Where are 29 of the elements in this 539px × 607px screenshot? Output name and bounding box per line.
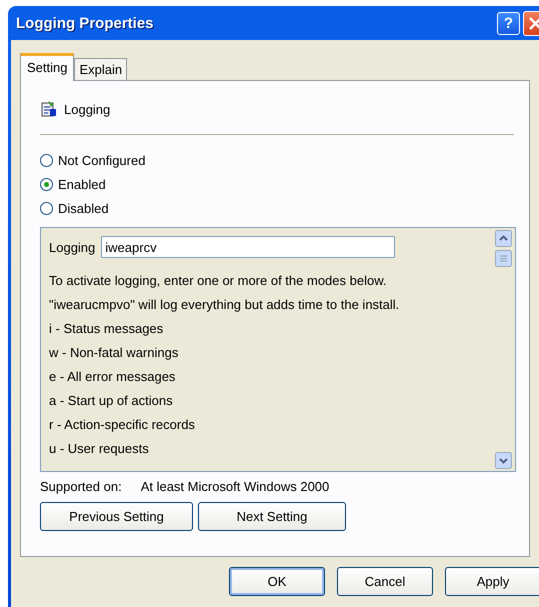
supported-value: At least Microsoft Windows 2000 [140,479,330,494]
help-line: i - Status messages [49,320,164,338]
tab[interactable]: Setting [20,53,74,81]
nav-button[interactable]: Next Setting [198,502,346,531]
tab[interactable]: Explain [74,58,128,80]
scroll-down-icon[interactable] [495,452,512,469]
help-line: w - Non-fatal warnings [49,344,180,362]
radio-option[interactable]: Disabled [40,201,514,216]
help-line: "iwearucmpvo" will log everything but adds time to the install. [49,296,400,314]
policy-icon [40,100,58,118]
radio-option[interactable]: Not Configured [40,153,514,168]
field-label: Logging [49,240,96,254]
dialog-button[interactable]: Cancel [337,567,433,596]
help-line: a - Start up of actions [49,392,174,410]
scroll-up-icon[interactable] [495,230,512,247]
dialog-button[interactable]: Apply [445,567,539,596]
policy-name: Logging [64,102,110,116]
help-line: u - User requests [49,440,150,458]
supported-label: Supported on: [40,479,122,494]
dialog-button[interactable]: OK [229,567,325,596]
help-line: r - Action-specific records [49,416,196,434]
logging-field[interactable]: iweaprcv [101,236,396,258]
help-line: To activate logging, enter one or more of the modes below. [49,272,388,290]
help-button[interactable]: ? [497,12,520,34]
nav-button[interactable]: Previous Setting [40,502,193,531]
help-line: e - All error messages [49,368,176,386]
radio-option[interactable]: Enabled [40,177,514,192]
scroll-thumb[interactable] [495,250,512,267]
window-title: Logging Properties [16,14,155,32]
